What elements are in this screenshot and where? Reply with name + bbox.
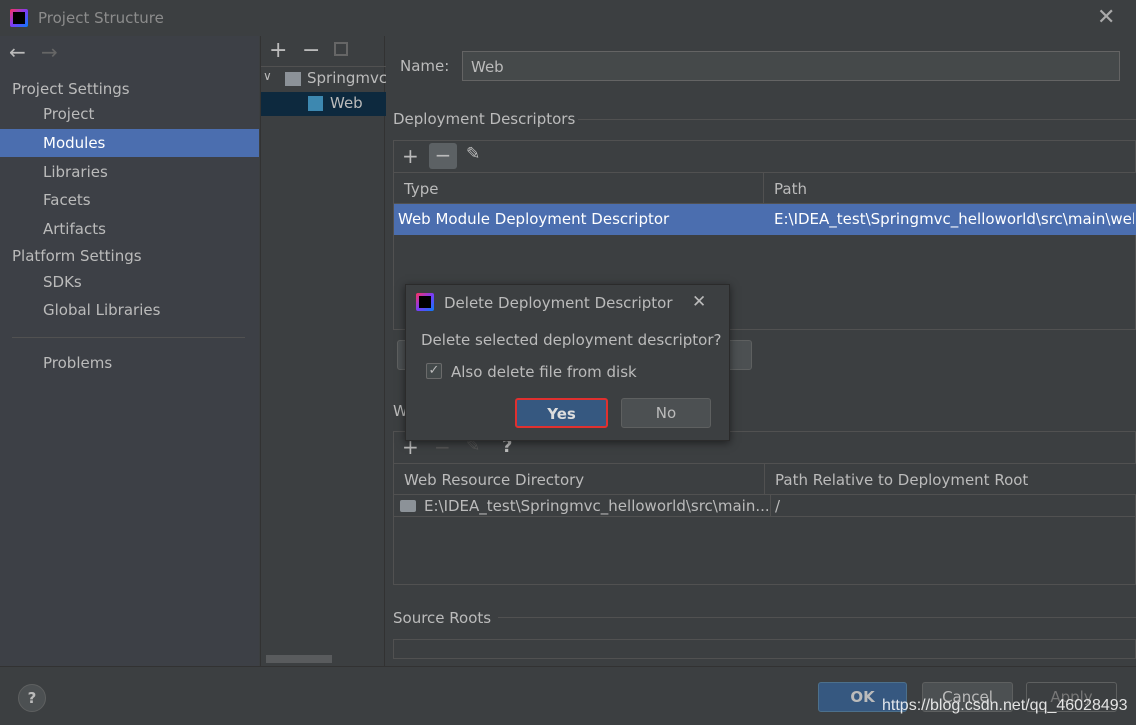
remove-icon[interactable]: − [302, 38, 320, 63]
cell-directory: E:\IDEA_test\Springmvc_helloworld\src\ma… [424, 497, 770, 515]
divider [578, 119, 1136, 120]
sidebar-item-artifacts[interactable]: Artifacts [0, 215, 259, 243]
sidebar-item-project[interactable]: Project [0, 100, 259, 128]
table-row[interactable]: Web Module Deployment Descriptor E:\IDEA… [394, 204, 1136, 235]
deployment-descriptors-heading: Deployment Descriptors [393, 110, 576, 128]
tree-item-web[interactable]: Web [261, 92, 386, 116]
title-bar: Project Structure ✕ [0, 0, 1136, 36]
yes-button[interactable]: Yes [515, 398, 608, 428]
folder-icon [400, 500, 416, 512]
divider [261, 66, 386, 67]
folder-icon [285, 72, 301, 86]
project-settings-heading: Project Settings [12, 80, 130, 98]
column-header-web-resource-directory[interactable]: Web Resource Directory [394, 463, 765, 495]
close-icon[interactable]: ✕ [692, 292, 706, 312]
intellij-logo-icon [10, 9, 28, 27]
close-icon[interactable]: ✕ [1097, 5, 1115, 30]
window-title: Project Structure [38, 9, 164, 27]
sidebar-item-problems[interactable]: Problems [0, 349, 259, 377]
chevron-down-icon[interactable]: ∨ [263, 69, 272, 83]
divider [0, 666, 1136, 667]
module-tree: + − ∨ Springmvc_ Web [260, 36, 386, 666]
sidebar: ← → Project Settings Project Modules Lib… [0, 36, 259, 666]
watermark: https://blog.csdn.net/qq_46028493 [882, 697, 1128, 714]
dialog-title: Delete Deployment Descriptor [444, 294, 673, 312]
source-roots-heading: Source Roots [393, 609, 492, 627]
sidebar-item-facets[interactable]: Facets [0, 186, 259, 214]
sidebar-item-global-libraries[interactable]: Global Libraries [0, 296, 259, 324]
scrollbar[interactable] [266, 655, 332, 663]
copy-icon[interactable] [334, 42, 348, 56]
web-resource-table: + − ✎ ? Web Resource Directory Path Rela… [393, 431, 1136, 585]
add-icon[interactable]: + [269, 38, 287, 63]
cell-path: E:\IDEA_test\Springmvc_helloworld\src\ma… [774, 210, 1134, 228]
edit-pencil-icon[interactable]: ✎ [466, 144, 480, 164]
web-module-icon [308, 96, 323, 111]
checkbox-label[interactable]: Also delete file from disk [451, 363, 637, 381]
cell-relative-path: / [770, 495, 780, 517]
source-roots-box [393, 639, 1136, 659]
dialog-message: Delete selected deployment descriptor? [421, 331, 722, 349]
help-button[interactable]: ? [18, 684, 46, 712]
sidebar-item-modules[interactable]: Modules [0, 129, 259, 157]
intellij-logo-icon [416, 293, 434, 311]
also-delete-checkbox[interactable]: ✓ [426, 363, 442, 379]
forward-arrow-icon[interactable]: → [41, 40, 58, 64]
divider [12, 337, 245, 338]
sidebar-item-libraries[interactable]: Libraries [0, 158, 259, 186]
column-header-path-relative[interactable]: Path Relative to Deployment Root [765, 463, 1136, 495]
back-arrow-icon[interactable]: ← [9, 40, 26, 64]
column-header-type[interactable]: Type [394, 172, 764, 204]
name-input[interactable]: Web [462, 51, 1120, 81]
remove-icon[interactable]: − [429, 143, 457, 169]
cell-type: Web Module Deployment Descriptor [398, 210, 670, 228]
platform-settings-heading: Platform Settings [12, 247, 142, 265]
sidebar-item-sdks[interactable]: SDKs [0, 268, 259, 296]
table-row[interactable]: E:\IDEA_test\Springmvc_helloworld\src\ma… [394, 495, 1136, 517]
tree-item-label: Web [330, 94, 363, 112]
delete-dialog: Delete Deployment Descriptor ✕ Delete se… [405, 284, 730, 441]
name-label: Name: [400, 57, 450, 75]
add-icon[interactable]: + [402, 144, 419, 168]
column-header-path[interactable]: Path [764, 172, 1136, 204]
no-button[interactable]: No [621, 398, 711, 428]
divider [498, 617, 1136, 618]
tree-root[interactable]: Springmvc_ [307, 69, 386, 87]
